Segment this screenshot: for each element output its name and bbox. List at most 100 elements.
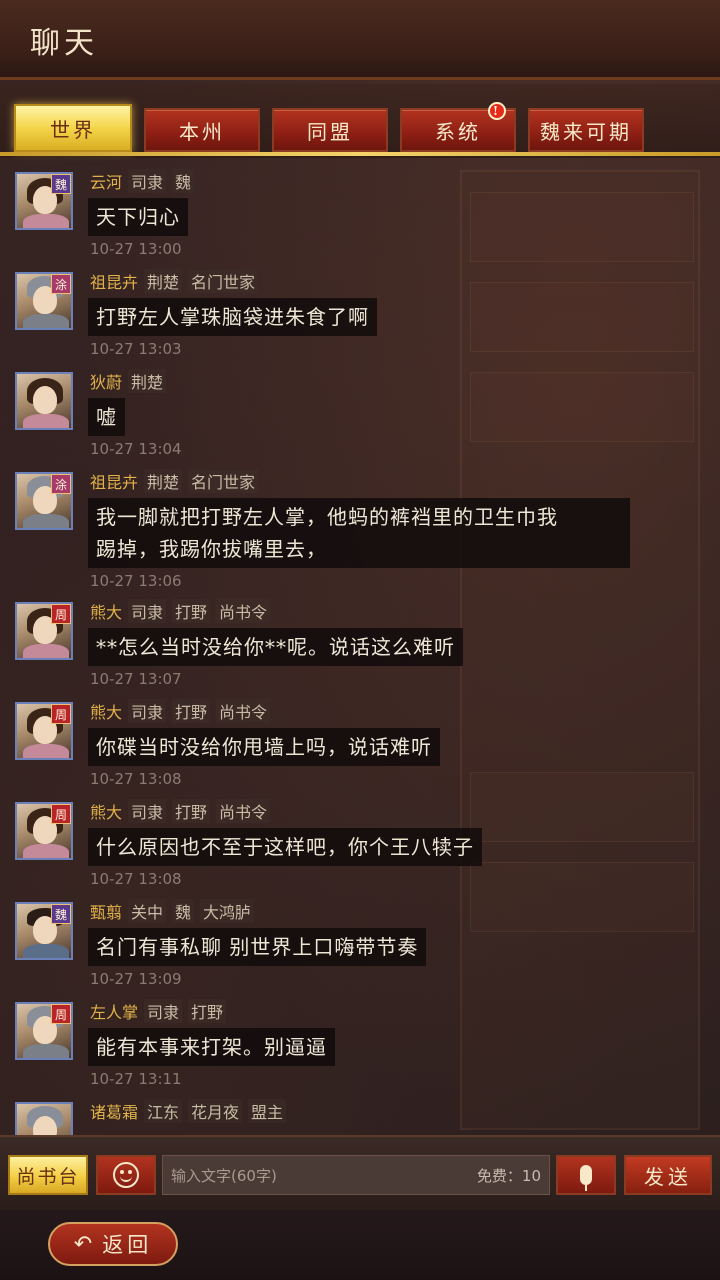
sender-tag: 关中 [128,899,167,923]
message-line: 我一脚就把打野左人掌，他蚂的裤裆里的卫生巾我 [96,505,558,529]
sender-tag: 打野 [188,999,227,1023]
message-line: 踢掉，我踢你拔嘴里去， [96,537,327,561]
message-bubble: 打野左人掌珠脑袋进朱食了啊 [88,298,377,336]
avatar[interactable]: 涂 [15,472,73,530]
sender-tag: 司隶 [128,699,167,723]
sender-tag: 荆楚 [144,269,183,293]
voice-button[interactable] [556,1155,616,1195]
notification-badge-icon: ! [488,102,506,120]
sender-name[interactable]: 左人掌 [90,999,138,1023]
kingdom-badge: 涂 [51,274,71,294]
message-sender-info: 诸葛霜 江东 花月夜 盟主 [90,1099,287,1123]
microphone-icon [580,1165,592,1191]
sender-name[interactable]: 狄蔚 [90,369,122,393]
avatar[interactable] [15,1102,73,1135]
message-time: 10-27 13:00 [90,240,182,258]
sender-tag: 名门世家 [188,269,259,293]
message-sender-info: 甄翦 关中 魏 大鸿胪 [90,899,255,923]
sender-tag: 荆楚 [128,369,167,393]
sender-tag: 大鸿胪 [200,899,255,923]
sender-tag: 江东 [144,1099,183,1123]
message-input[interactable]: 输入文字(60字) 免费：10 [162,1155,550,1195]
sender-tag: 打野 [172,799,211,823]
avatar[interactable]: 周 [15,802,73,860]
chat-message: 周 熊大 司隶 打野 尚书令 什么原因也不至于这样吧，你个王八犊子 10-27 … [0,798,720,890]
message-bubble: 你碟当时没给你甩墙上吗，说话难听 [88,728,440,766]
sender-tag: 司隶 [128,599,167,623]
sender-name[interactable]: 甄翦 [90,899,122,923]
footer: ↶ 返回 [0,1210,720,1280]
chat-message: 诸葛霜 江东 花月夜 盟主 [0,1098,720,1135]
sender-tag: 打野 [172,699,211,723]
message-time: 10-27 13:11 [90,1070,182,1088]
chat-message: 周 熊大 司隶 打野 尚书令 你碟当时没给你甩墙上吗，说话难听 10-27 13… [0,698,720,790]
tab-guild[interactable]: 魏来可期 [528,108,644,152]
message-sender-info: 云河 司隶 魏 [90,169,195,193]
sender-tag: 名门世家 [188,469,259,493]
avatar[interactable] [15,372,73,430]
back-arrow-icon: ↶ [73,1231,97,1257]
message-sender-info: 熊大 司隶 打野 尚书令 [90,799,271,823]
avatar[interactable]: 周 [15,602,73,660]
sender-tag: 司隶 [144,999,183,1023]
kingdom-badge: 周 [51,604,71,624]
message-bubble: 什么原因也不至于这样吧，你个王八犊子 [88,828,482,866]
chat-message: 涂 祖昆卉 荆楚 名门世家 我一脚就把打野左人掌，他蚂的裤裆里的卫生巾我 踢掉，… [0,468,720,590]
sender-tag: 花月夜 [188,1099,243,1123]
sender-tag: 荆楚 [144,469,183,493]
sender-name[interactable]: 诸葛霜 [90,1099,138,1123]
message-time: 10-27 13:07 [90,670,182,688]
emoji-button[interactable] [96,1155,156,1195]
sender-tag: 司隶 [128,799,167,823]
avatar[interactable]: 周 [15,702,73,760]
back-button[interactable]: ↶ 返回 [48,1222,178,1266]
sender-tag: 司隶 [128,169,167,193]
kingdom-badge: 涂 [51,474,71,494]
message-input-placeholder: 输入文字(60字) [171,1166,277,1185]
message-sender-info: 熊大 司隶 打野 尚书令 [90,699,271,723]
channel-select-button[interactable]: 尚书台 [8,1155,88,1195]
chat-input-bar: 尚书台 输入文字(60字) 免费：10 发送 [0,1135,720,1210]
message-bubble: 嘘 [88,398,125,436]
chat-message: 周 左人掌 司隶 打野 能有本事来打架。别逼逼 10-27 13:11 [0,998,720,1090]
tab-province[interactable]: 本州 [144,108,260,152]
sender-name[interactable]: 祖昆卉 [90,469,138,493]
sender-tag: 打野 [172,599,211,623]
kingdom-badge: 周 [51,1004,71,1024]
chat-header: 聊天 [0,0,720,80]
tab-system[interactable]: 系统 ! [400,102,516,152]
chat-message: 狄蔚 荆楚 嘘 10-27 13:04 [0,368,720,460]
avatar[interactable]: 涂 [15,272,73,330]
send-button[interactable]: 发送 [624,1155,712,1195]
message-bubble: 天下归心 [88,198,188,236]
chat-message-list[interactable]: 魏 云河 司隶 魏 天下归心 10-27 13:00 涂 祖昆卉 荆楚 名门世家… [0,160,720,1135]
page-title: 聊天 [30,26,98,61]
sender-name[interactable]: 熊大 [90,799,122,823]
message-bubble: 我一脚就把打野左人掌，他蚂的裤裆里的卫生巾我 踢掉，我踢你拔嘴里去， [88,498,630,568]
avatar[interactable]: 魏 [15,172,73,230]
smiley-icon [113,1162,139,1188]
sender-name[interactable]: 熊大 [90,599,122,623]
sender-tag: 盟主 [248,1099,287,1123]
chat-message: 魏 云河 司隶 魏 天下归心 10-27 13:00 [0,168,720,260]
tab-underline [0,152,720,156]
message-sender-info: 祖昆卉 荆楚 名门世家 [90,469,259,493]
chat-message: 周 熊大 司隶 打野 尚书令 **怎么当时没给你**呢。说话这么难听 10-27… [0,598,720,690]
tab-alliance[interactable]: 同盟 [272,108,388,152]
chat-message: 魏 甄翦 关中 魏 大鸿胪 名门有事私聊 别世界上口嗨带节奏 10-27 13:… [0,898,720,990]
tab-world[interactable]: 世界 [14,104,132,152]
sender-name[interactable]: 云河 [90,169,122,193]
sender-name[interactable]: 祖昆卉 [90,269,138,293]
avatar[interactable]: 周 [15,1002,73,1060]
message-sender-info: 左人掌 司隶 打野 [90,999,227,1023]
sender-tag: 尚书令 [216,799,271,823]
kingdom-badge: 周 [51,704,71,724]
tab-system-label: 系统 [435,119,481,144]
sender-tag: 尚书令 [216,599,271,623]
message-time: 10-27 13:04 [90,440,182,458]
sender-tag: 尚书令 [216,699,271,723]
sender-name[interactable]: 熊大 [90,699,122,723]
channel-tabs: 世界 本州 同盟 系统 ! 魏来可期 [0,84,720,158]
avatar[interactable]: 魏 [15,902,73,960]
back-button-label: 返回 [102,1233,153,1257]
